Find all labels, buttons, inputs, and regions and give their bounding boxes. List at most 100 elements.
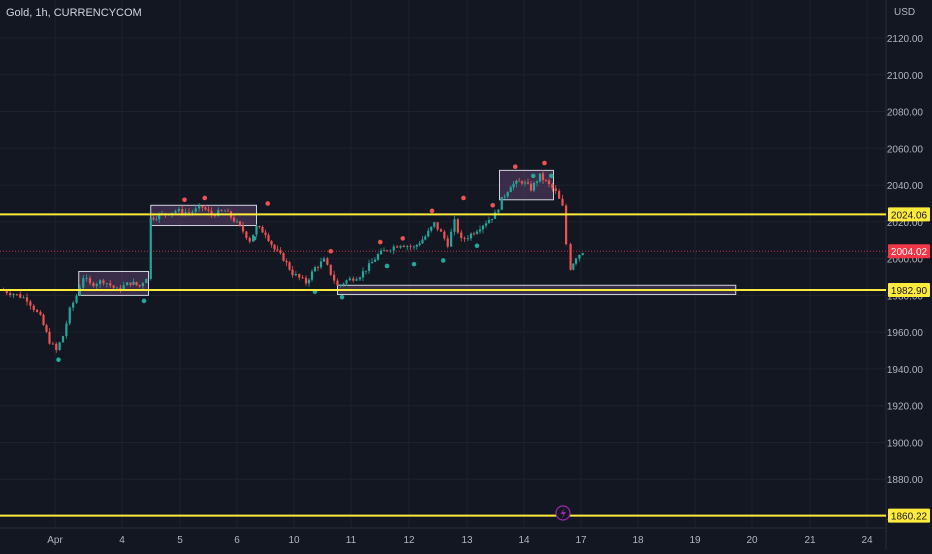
candle-body — [376, 254, 380, 260]
candle-body — [373, 259, 377, 262]
candle-body — [51, 343, 54, 345]
candle-body — [396, 246, 399, 248]
buy-signal-marker — [56, 357, 61, 363]
candle-body — [45, 325, 48, 332]
candle-body — [285, 260, 288, 263]
level-price-label: 2024.06 — [891, 210, 928, 221]
candle-body — [406, 246, 409, 248]
x-tick-label: 4 — [119, 535, 125, 546]
candle-body — [276, 249, 279, 251]
candle-body — [569, 244, 572, 270]
candle-body — [578, 254, 581, 259]
candle-body — [112, 285, 115, 288]
buy-signal-marker — [339, 294, 345, 300]
y-tick-label: 1900.00 — [887, 438, 924, 449]
candle-body — [270, 240, 273, 245]
candle-body — [456, 219, 459, 233]
candle-body — [385, 250, 389, 252]
candle-body — [99, 280, 102, 285]
candle-body — [379, 250, 383, 255]
candle-body — [430, 226, 433, 231]
candle-body — [561, 198, 564, 206]
candle-body — [129, 282, 132, 285]
x-tick-label: Apr — [47, 535, 63, 546]
y-tick-label: 2040.00 — [887, 181, 924, 192]
candle-body — [439, 229, 443, 232]
candle-body — [509, 187, 512, 193]
chart-canvas[interactable]: 1860.001880.001900.001920.001940.001960.… — [0, 0, 932, 550]
sell-signal-marker — [202, 195, 208, 201]
candle-body — [207, 209, 210, 211]
candle-body — [194, 208, 197, 212]
candle-body — [135, 281, 138, 285]
candle-body — [506, 192, 509, 197]
candle-body — [313, 267, 317, 272]
x-tick-label: 10 — [288, 535, 300, 546]
candle-body — [433, 222, 436, 227]
candle-body — [25, 297, 29, 302]
candle-body — [520, 181, 524, 184]
consolidation-zone[interactable] — [78, 270, 149, 296]
sell-signal-marker — [377, 239, 383, 245]
candle-body — [248, 237, 251, 242]
candle-body — [399, 245, 402, 248]
candle-body — [466, 238, 470, 240]
x-tick-label: 13 — [461, 535, 473, 546]
candle-body — [149, 217, 152, 280]
candle-body — [469, 233, 473, 239]
candle-body — [453, 219, 456, 232]
x-tick-label: 17 — [575, 535, 587, 546]
candle-body — [258, 226, 261, 227]
candle-body — [36, 309, 39, 312]
candle-body — [551, 183, 554, 189]
candle-body — [232, 217, 236, 222]
candle-body — [529, 183, 533, 191]
candle-body — [267, 234, 270, 241]
x-tick-label: 6 — [234, 535, 240, 546]
candle-body — [152, 217, 155, 220]
candle-body — [138, 284, 141, 287]
candle-body — [82, 278, 85, 288]
candle-body — [294, 274, 297, 276]
y-tick-label: 2080.00 — [887, 108, 924, 119]
candle-body — [126, 282, 129, 286]
x-tick-label: 14 — [518, 535, 530, 546]
candle-body — [412, 246, 416, 248]
candle-body — [5, 290, 8, 294]
buy-signal-marker — [411, 261, 417, 267]
candle-body — [174, 211, 177, 213]
candle-body — [358, 277, 362, 280]
buy-signal-marker — [384, 263, 390, 269]
candle-body — [261, 226, 264, 233]
candle-body — [484, 223, 488, 226]
candle-body — [503, 196, 506, 198]
candle-body — [418, 243, 421, 246]
y-tick-label: 2060.00 — [887, 144, 924, 155]
sell-signal-marker — [512, 164, 518, 169]
candle-body — [298, 274, 301, 278]
candle-body — [500, 197, 503, 210]
buy-signal-marker — [474, 243, 480, 249]
candle-body — [382, 250, 386, 252]
candle-body — [155, 219, 158, 220]
candle-body — [191, 211, 194, 213]
candle-body — [78, 287, 81, 296]
candle-body — [345, 280, 348, 284]
candle-body — [22, 297, 25, 299]
gold-price-chart[interactable]: Gold, 1h, CURRENCYCOM USD 1860.001880.00… — [0, 0, 932, 550]
candle-body — [177, 209, 180, 212]
candle-body — [226, 210, 230, 212]
candle-body — [512, 183, 515, 188]
level-price-label: 1982.90 — [891, 286, 928, 297]
candle-body — [574, 258, 578, 264]
candle-body — [102, 280, 105, 284]
candle-body — [389, 250, 392, 252]
candle-body — [572, 263, 575, 270]
candle-body — [329, 264, 332, 275]
candle-body — [538, 173, 542, 182]
sell-signal-marker — [461, 195, 466, 201]
x-tick-label: 21 — [804, 535, 816, 546]
candle-body — [565, 205, 568, 245]
candle-body — [58, 342, 61, 350]
candle-body — [446, 238, 449, 247]
